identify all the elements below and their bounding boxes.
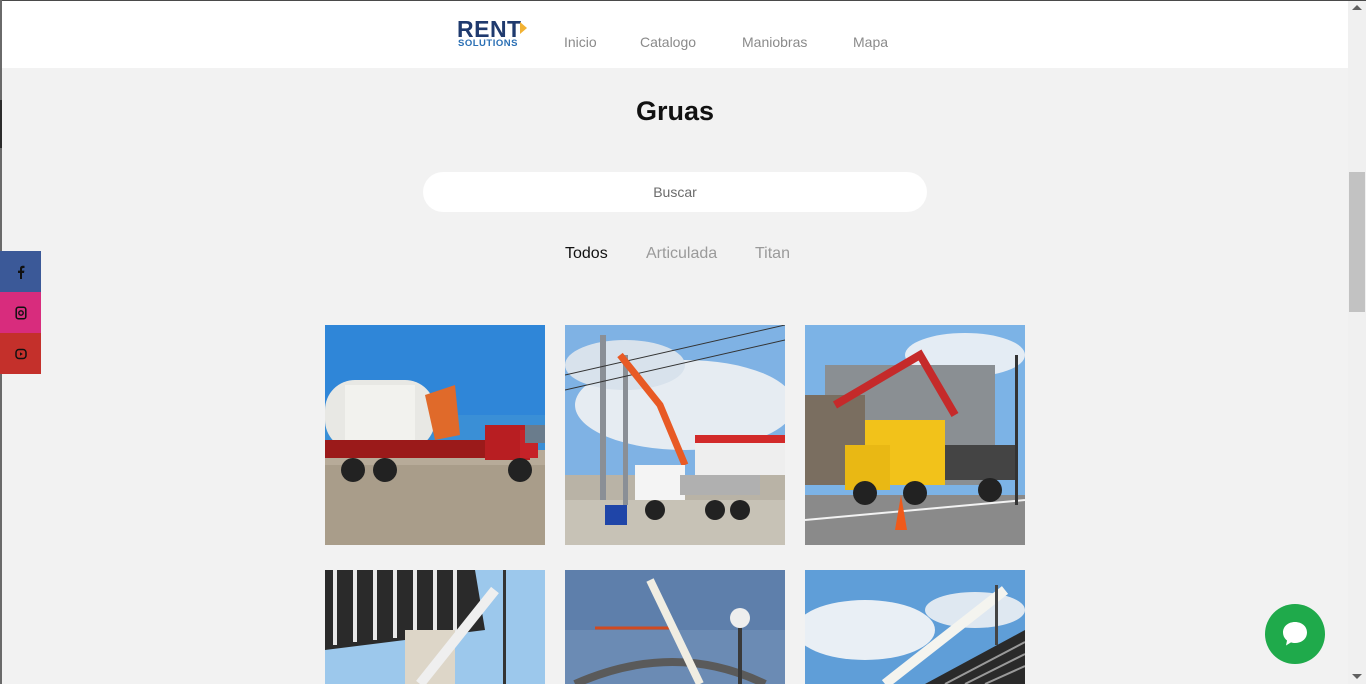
nav-link-mapa[interactable]: Mapa: [853, 33, 888, 51]
brand-logo[interactable]: RENT SOLUTIONS: [457, 15, 537, 55]
page-scrollbar[interactable]: [1348, 1, 1366, 684]
chat-button[interactable]: [1265, 604, 1325, 664]
filter-titan[interactable]: Titan: [755, 244, 790, 264]
search-input[interactable]: [423, 172, 927, 212]
facebook-icon: [17, 265, 24, 279]
gallery-item[interactable]: [805, 325, 1025, 545]
youtube-button[interactable]: [0, 333, 41, 374]
facebook-button[interactable]: [0, 251, 41, 292]
nav-link-inicio[interactable]: Inicio: [564, 33, 597, 51]
logo-subtitle: SOLUTIONS: [458, 38, 518, 49]
gallery-item[interactable]: [325, 325, 545, 545]
photo-yellow-crane-truck: [805, 325, 1025, 545]
photo-crane-arch: [565, 570, 785, 684]
scroll-down-icon[interactable]: [1352, 674, 1362, 679]
chat-bubble-icon: [1283, 622, 1307, 646]
youtube-icon: [14, 348, 27, 359]
photo-crane-pergola: [325, 570, 545, 684]
nav-link-catalogo[interactable]: Catalogo: [640, 33, 696, 51]
photo-crane-truck-powerlines: [565, 325, 785, 545]
logo-arrow-icon: [520, 22, 527, 34]
instagram-button[interactable]: [0, 292, 41, 333]
scrollbar-thumb[interactable]: [1349, 172, 1365, 312]
gallery-item[interactable]: [565, 325, 785, 545]
page-title: Gruas: [635, 96, 715, 126]
photo-crane-truck-tank: [325, 325, 545, 545]
scroll-up-icon[interactable]: [1352, 5, 1362, 10]
filter-articulada[interactable]: Articulada: [646, 244, 717, 264]
gallery-item[interactable]: [325, 570, 545, 684]
gallery-item[interactable]: [565, 570, 785, 684]
gallery-item[interactable]: [805, 570, 1025, 684]
nav-link-maniobras[interactable]: Maniobras: [742, 33, 807, 51]
filter-todos[interactable]: Todos: [565, 244, 608, 264]
instagram-icon: [14, 305, 27, 320]
photo-crane-roof: [805, 570, 1025, 684]
